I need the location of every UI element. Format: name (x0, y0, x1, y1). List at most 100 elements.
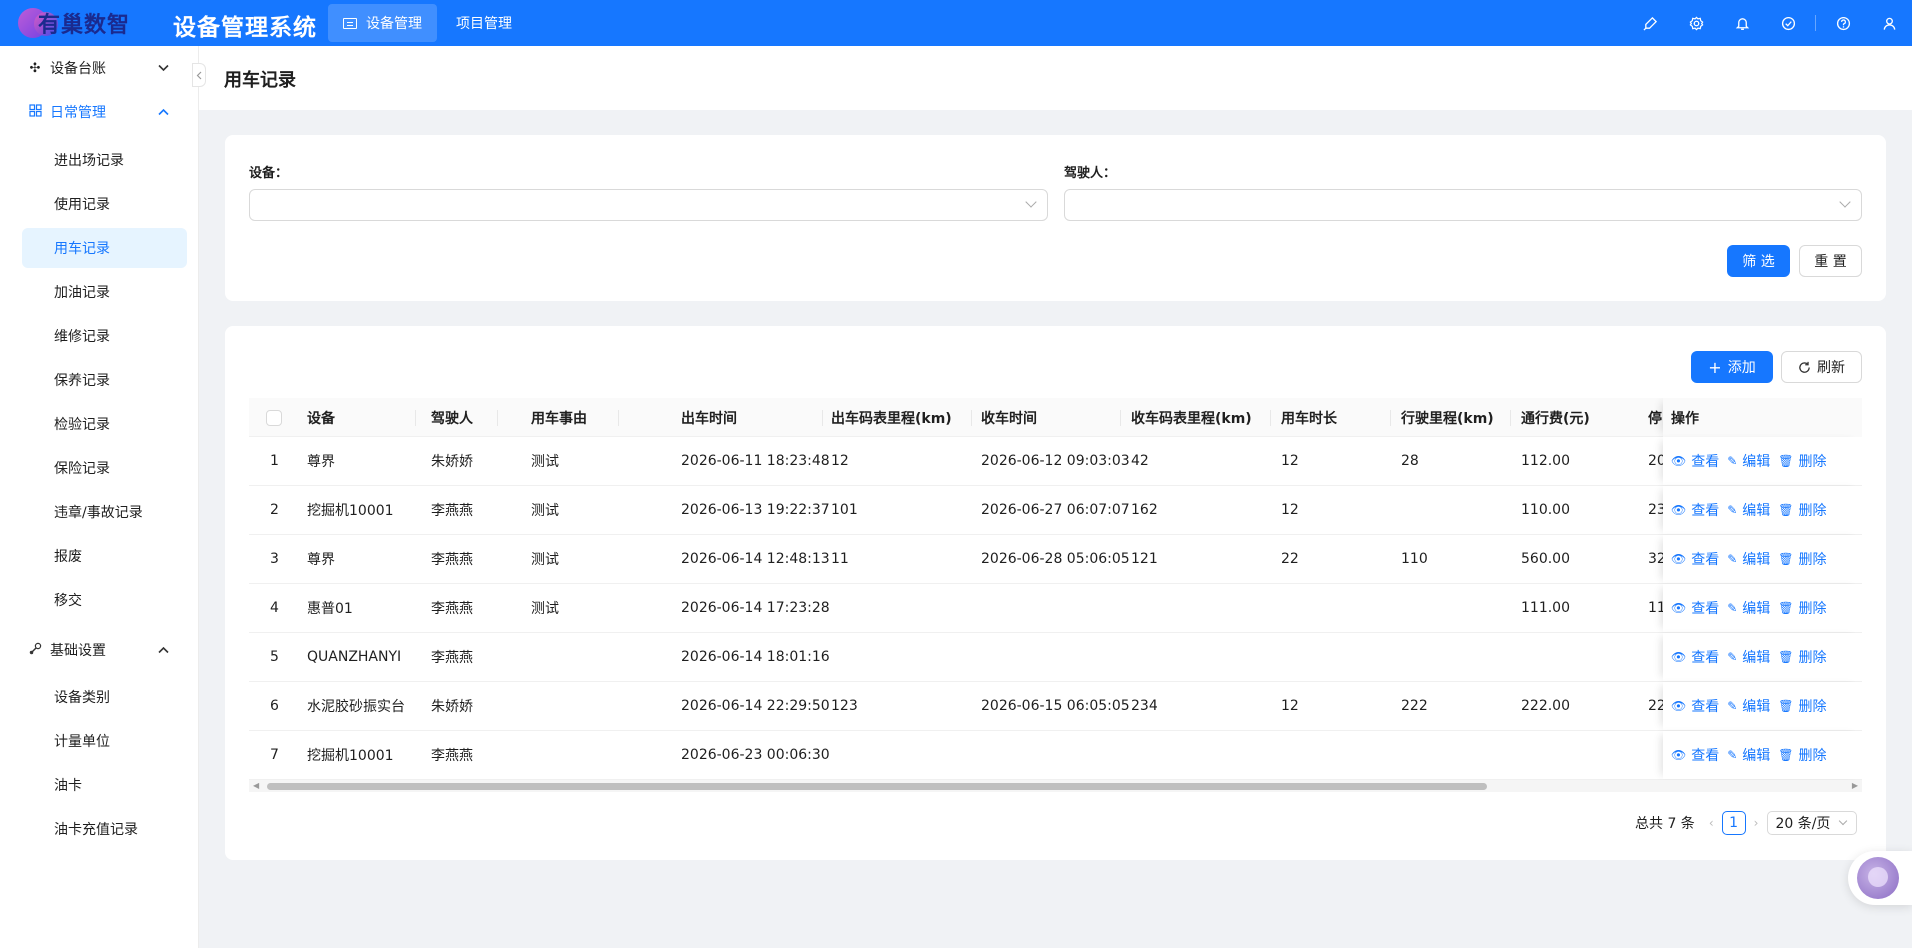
column-divider (415, 410, 416, 426)
column-parking[interactable]: 停 (1648, 398, 1662, 437)
sidebar-item-maintenance[interactable]: 保养记录 (22, 360, 187, 400)
gear-icon[interactable] (1673, 0, 1719, 46)
column-reason[interactable]: 用车事由 (531, 398, 587, 437)
view-link[interactable]: 👁 查看 (1671, 598, 1719, 618)
delete-label: 删除 (1798, 748, 1827, 764)
assistant-float-button[interactable] (1848, 851, 1912, 905)
cell-toll: 110.00 (1521, 502, 1570, 518)
delete-link[interactable]: 🗑 删除 (1778, 451, 1826, 471)
delete-link[interactable]: 🗑 删除 (1778, 647, 1826, 667)
edit-link[interactable]: ✎ 编辑 (1727, 549, 1770, 569)
add-button[interactable]: + 添加 (1691, 351, 1773, 383)
delete-link[interactable]: 🗑 删除 (1778, 500, 1826, 520)
delete-label: 删除 (1798, 552, 1827, 568)
edit-link[interactable]: ✎ 编辑 (1727, 451, 1770, 471)
check-circle-icon[interactable] (1765, 0, 1811, 46)
sidebar-item-inspection[interactable]: 检验记录 (22, 404, 187, 444)
cell-out-time: 2026-06-14 18:01:16 (681, 649, 830, 665)
question-icon[interactable] (1820, 0, 1866, 46)
view-link[interactable]: 👁 查看 (1671, 500, 1719, 520)
sidebar-item-fuel-card[interactable]: 油卡 (22, 765, 187, 805)
row-index: 2 (270, 502, 279, 518)
column-in-time[interactable]: 收车时间 (981, 398, 1037, 437)
sidebar-group-device-ledger[interactable]: ✣ 设备台账 (0, 46, 199, 90)
select-all-checkbox[interactable] (266, 398, 282, 437)
cell-duration: 12 (1281, 453, 1299, 469)
sidebar-item-fuel-card-recharge[interactable]: 油卡充值记录 (22, 809, 187, 849)
page-1-button[interactable]: 1 (1721, 811, 1746, 835)
column-device[interactable]: 设备 (307, 398, 335, 437)
edit-link[interactable]: ✎ 编辑 (1727, 500, 1770, 520)
edit-link[interactable]: ✎ 编辑 (1727, 598, 1770, 618)
sidebar-item-unit[interactable]: 计量单位 (22, 721, 187, 761)
edit-link[interactable]: ✎ 编辑 (1727, 745, 1770, 765)
view-link[interactable]: 👁 查看 (1671, 696, 1719, 716)
sidebar-item-label: 保险记录 (54, 461, 110, 477)
user-icon[interactable] (1866, 0, 1912, 46)
next-page-icon[interactable]: › (1754, 816, 1759, 830)
refresh-icon (1799, 361, 1810, 373)
brand-logo[interactable]: 有巢数智 (14, 4, 130, 42)
table-row: 3 尊界 李燕燕 测试 2026-06-14 12:48:13 11 2026-… (249, 535, 1862, 584)
filter-button[interactable]: 筛 选 (1727, 245, 1790, 277)
sidebar-item-usage[interactable]: 使用记录 (22, 184, 187, 224)
view-link[interactable]: 👁 查看 (1671, 451, 1719, 471)
pagination: 总共 7 条 ‹ 1 › 20 条/页 (1635, 811, 1858, 835)
delete-link[interactable]: 🗑 删除 (1778, 549, 1826, 569)
sidebar-item-vehicle-use[interactable]: 用车记录 (22, 228, 187, 268)
sidebar-item-transfer[interactable]: 移交 (22, 580, 187, 620)
table-horizontal-scrollbar[interactable]: ◀ ▶ (249, 780, 1862, 792)
refresh-button[interactable]: 刷新 (1781, 351, 1862, 383)
bell-icon[interactable] (1719, 0, 1765, 46)
reset-button[interactable]: 重 置 (1799, 245, 1862, 277)
column-out-km[interactable]: 出车码表里程(km) (831, 398, 952, 437)
view-link[interactable]: 👁 查看 (1671, 549, 1719, 569)
page-size-select[interactable]: 20 条/页 (1767, 811, 1858, 835)
chevron-down-icon (1025, 196, 1037, 208)
sidebar-item-scrap[interactable]: 报废 (22, 536, 187, 576)
column-in-km[interactable]: 收车码表里程(km) (1131, 398, 1252, 437)
brush-icon[interactable] (1627, 0, 1673, 46)
sidebar-collapse-button[interactable] (192, 63, 206, 87)
sidebar-item-entry-exit[interactable]: 进出场记录 (22, 140, 187, 180)
sidebar-item-repair[interactable]: 维修记录 (22, 316, 187, 356)
cell-out-time: 2026-06-23 00:06:30 (681, 747, 830, 763)
view-label: 查看 (1691, 503, 1720, 519)
sidebar-group-daily-management[interactable]: 日常管理 (0, 90, 199, 134)
device-select[interactable] (249, 189, 1048, 221)
edit-link[interactable]: ✎ 编辑 (1727, 696, 1770, 716)
column-actions: 操作 (1663, 398, 1862, 437)
plus-icon: + (1708, 357, 1722, 377)
cell-reason: 测试 (531, 601, 559, 617)
scroll-right-icon[interactable]: ▶ (1852, 780, 1858, 792)
top-nav-device-management[interactable]: 设备管理 (328, 4, 437, 42)
cell-device: 尊界 (307, 454, 335, 470)
delete-link[interactable]: 🗑 删除 (1778, 745, 1826, 765)
sidebar-item-refuel[interactable]: 加油记录 (22, 272, 187, 312)
view-link[interactable]: 👁 查看 (1671, 745, 1719, 765)
sidebar-item-device-category[interactable]: 设备类别 (22, 677, 187, 717)
driver-select[interactable] (1064, 189, 1862, 221)
column-out-time[interactable]: 出车时间 (681, 398, 737, 437)
assistant-avatar (1857, 857, 1899, 899)
column-duration[interactable]: 用车时长 (1281, 398, 1337, 437)
delete-link[interactable]: 🗑 删除 (1778, 598, 1826, 618)
edit-link[interactable]: ✎ 编辑 (1727, 647, 1770, 667)
column-toll[interactable]: 通行费(元) (1521, 398, 1590, 437)
prev-page-icon[interactable]: ‹ (1709, 816, 1714, 830)
top-nav-project-management[interactable]: 项目管理 (441, 4, 527, 42)
sidebar-group-basic-settings[interactable]: 基础设置 (0, 628, 199, 672)
column-distance[interactable]: 行驶里程(km) (1401, 398, 1494, 437)
view-label: 查看 (1691, 650, 1720, 666)
cell-duration: 12 (1281, 502, 1299, 518)
delete-link[interactable]: 🗑 删除 (1778, 696, 1826, 716)
cell-in-km: 121 (1131, 551, 1158, 567)
sidebar-item-violation[interactable]: 违章/事故记录 (22, 492, 187, 532)
scrollbar-thumb[interactable] (267, 783, 1487, 790)
sidebar-item-label: 油卡充值记录 (54, 822, 138, 838)
scroll-left-icon[interactable]: ◀ (253, 780, 259, 792)
view-link[interactable]: 👁 查看 (1671, 647, 1719, 667)
sidebar-item-insurance[interactable]: 保险记录 (22, 448, 187, 488)
apps-icon: ✣ (29, 60, 41, 76)
column-driver[interactable]: 驾驶人 (431, 398, 473, 437)
